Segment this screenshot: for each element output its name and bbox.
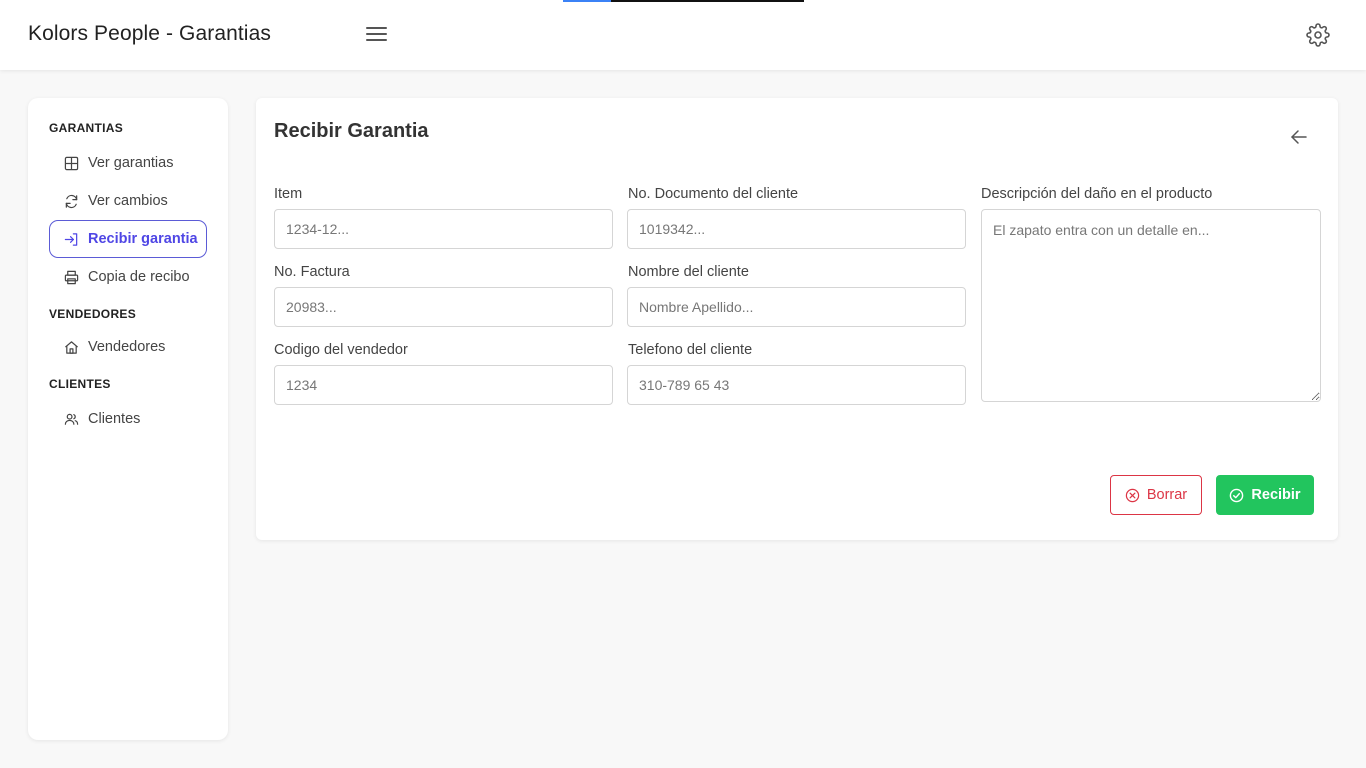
refresh-icon (63, 193, 79, 209)
hamburger-menu-icon[interactable] (364, 24, 390, 46)
check-circle-icon (1230, 488, 1244, 502)
page-title: Recibir Garantia (274, 120, 429, 142)
sidebar-item-label: Ver garantias (88, 155, 174, 171)
item-label: Item (274, 186, 303, 202)
documento-cliente-input[interactable] (627, 209, 966, 249)
sidebar-item-label: Recibir garantia (88, 231, 198, 247)
documento-cliente-label: No. Documento del cliente (628, 186, 799, 202)
telefono-cliente-input[interactable] (627, 365, 966, 405)
back-arrow-icon[interactable] (1290, 128, 1310, 148)
borrar-button[interactable]: Borrar (1110, 475, 1202, 515)
nombre-cliente-input[interactable] (627, 287, 966, 327)
descripcion-label: Descripción del daño en el producto (981, 186, 1213, 202)
recibir-button[interactable]: Recibir (1216, 475, 1314, 515)
gear-icon[interactable] (1306, 23, 1330, 47)
login-arrow-icon (63, 231, 79, 247)
recibir-garantia-card: Recibir Garantia Item No. Factura Codigo… (256, 98, 1338, 540)
codigo-vendedor-input[interactable] (274, 365, 613, 405)
users-icon (63, 411, 79, 427)
sidebar-item-label: Clientes (88, 411, 141, 427)
sidebar: GARANTIAS Ver garantias Ver cambios Reci… (28, 98, 228, 740)
sidebar-section-garantias: GARANTIAS (49, 121, 124, 135)
sidebar-item-recibir-garantia[interactable]: Recibir garantia (49, 220, 207, 258)
codigo-vendedor-label: Codigo del vendedor (274, 342, 408, 358)
sidebar-section-clientes: CLIENTES (49, 377, 111, 391)
sidebar-item-copia-de-recibo[interactable]: Copia de recibo (63, 258, 228, 296)
item-input[interactable] (274, 209, 613, 249)
x-circle-icon (1125, 488, 1140, 502)
descripcion-textarea[interactable] (981, 209, 1321, 402)
sidebar-item-ver-cambios[interactable]: Ver cambios (63, 182, 228, 220)
table-icon (63, 155, 79, 171)
sidebar-section-vendedores: VENDEDORES (49, 307, 137, 321)
borrar-button-label: Borrar (1146, 487, 1188, 503)
page-progress-fill (563, 0, 612, 2)
recibir-button-label: Recibir (1251, 487, 1301, 503)
nombre-cliente-label: Nombre del cliente (628, 264, 749, 280)
top-header: Kolors People - Garantias (0, 0, 1366, 70)
home-icon (63, 339, 79, 355)
telefono-cliente-label: Telefono del cliente (628, 342, 753, 358)
app-title: Kolors People - Garantias (28, 22, 271, 45)
printer-icon (63, 269, 79, 285)
sidebar-item-label: Copia de recibo (88, 269, 190, 285)
sidebar-item-ver-garantias[interactable]: Ver garantias (63, 144, 228, 182)
sidebar-item-clientes[interactable]: Clientes (63, 400, 228, 438)
factura-input[interactable] (274, 287, 613, 327)
page-progress-bar (563, 0, 804, 2)
sidebar-item-label: Ver cambios (88, 193, 168, 209)
factura-label: No. Factura (274, 264, 350, 280)
sidebar-item-vendedores[interactable]: Vendedores (63, 328, 228, 366)
sidebar-item-label: Vendedores (88, 339, 166, 355)
